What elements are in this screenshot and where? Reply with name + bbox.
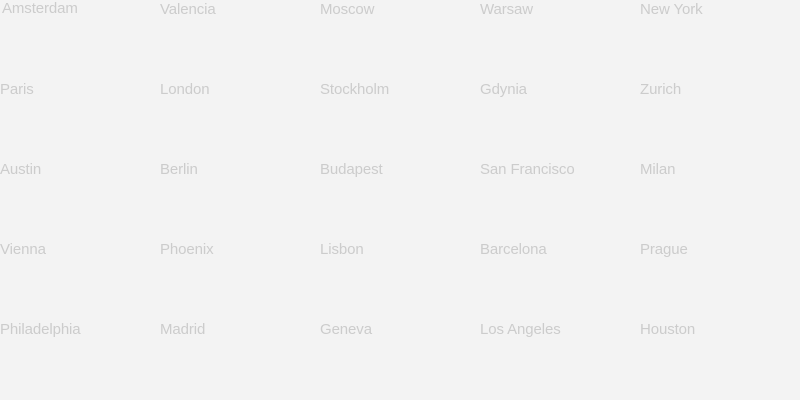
city-cell-barcelona[interactable]: Barcelona bbox=[480, 240, 640, 320]
city-label: Gdynia bbox=[480, 81, 527, 98]
city-cell-zurich[interactable]: Zurich bbox=[640, 80, 800, 160]
city-cell-stockholm[interactable]: Stockholm bbox=[320, 80, 480, 160]
city-cell-milan[interactable]: Milan bbox=[640, 160, 800, 240]
city-label: Paris bbox=[0, 81, 34, 98]
city-cell-madrid[interactable]: Madrid bbox=[160, 320, 320, 400]
city-label: Amsterdam bbox=[2, 0, 78, 17]
city-label: Austin bbox=[0, 161, 42, 178]
city-label: Houston bbox=[640, 321, 696, 338]
city-label: Prague bbox=[640, 241, 688, 258]
city-cell-geneva[interactable]: Geneva bbox=[320, 320, 480, 400]
city-cell-austin[interactable]: Austin bbox=[0, 160, 160, 240]
city-label: Budapest bbox=[320, 161, 383, 178]
city-cell-prague[interactable]: Prague bbox=[640, 240, 800, 320]
city-label: Stockholm bbox=[320, 81, 390, 98]
city-cell-moscow[interactable]: Moscow bbox=[320, 0, 480, 80]
city-cell-valencia[interactable]: Valencia bbox=[160, 0, 320, 80]
city-cell-london[interactable]: London bbox=[160, 80, 320, 160]
city-cell-phoenix[interactable]: Phoenix bbox=[160, 240, 320, 320]
city-cell-berlin[interactable]: Berlin bbox=[160, 160, 320, 240]
city-label: Berlin bbox=[160, 161, 198, 178]
city-grid: Amsterdam Valencia Moscow Warsaw New Yor… bbox=[0, 0, 800, 400]
city-label: London bbox=[160, 81, 210, 98]
city-label: Philadelphia bbox=[0, 321, 81, 338]
city-label: San Francisco bbox=[480, 161, 575, 178]
city-cell-san-francisco[interactable]: San Francisco bbox=[480, 160, 640, 240]
city-label: Phoenix bbox=[160, 241, 214, 258]
city-cell-amsterdam[interactable]: Amsterdam bbox=[0, 0, 160, 80]
city-label: Barcelona bbox=[480, 241, 547, 258]
city-cell-philadelphia[interactable]: Philadelphia bbox=[0, 320, 160, 400]
city-label: Lisbon bbox=[320, 241, 364, 258]
city-cell-lisbon[interactable]: Lisbon bbox=[320, 240, 480, 320]
city-label: Madrid bbox=[160, 321, 206, 338]
city-cell-vienna[interactable]: Vienna bbox=[0, 240, 160, 320]
city-label: New York bbox=[640, 1, 703, 18]
city-label: Geneva bbox=[320, 321, 372, 338]
city-label: Los Angeles bbox=[480, 321, 561, 338]
city-cell-budapest[interactable]: Budapest bbox=[320, 160, 480, 240]
city-label: Zurich bbox=[640, 81, 682, 98]
city-label: Valencia bbox=[160, 1, 216, 18]
city-cell-los-angeles[interactable]: Los Angeles bbox=[480, 320, 640, 400]
city-cell-new-york[interactable]: New York bbox=[640, 0, 800, 80]
city-label: Moscow bbox=[320, 1, 375, 18]
city-cell-paris[interactable]: Paris bbox=[0, 80, 160, 160]
city-label: Milan bbox=[640, 161, 676, 178]
city-cell-houston[interactable]: Houston bbox=[640, 320, 800, 400]
city-label: Vienna bbox=[0, 241, 46, 258]
city-label: Warsaw bbox=[480, 1, 534, 18]
city-cell-gdynia[interactable]: Gdynia bbox=[480, 80, 640, 160]
city-cell-warsaw[interactable]: Warsaw bbox=[480, 0, 640, 80]
